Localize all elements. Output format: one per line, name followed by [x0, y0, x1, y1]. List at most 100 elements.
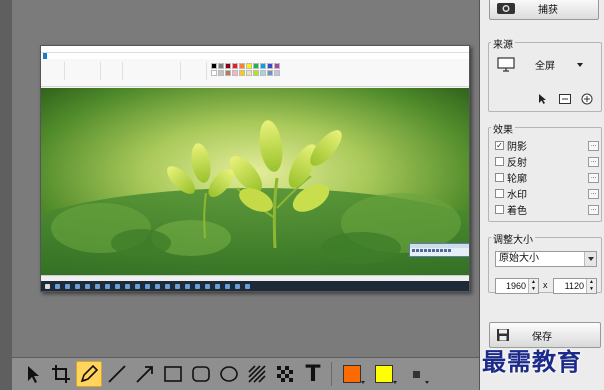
source-selector[interactable]: 全屏 — [497, 57, 597, 72]
ellipse-icon — [220, 366, 238, 382]
line-icon — [108, 365, 126, 383]
chevron-down-icon — [361, 381, 365, 384]
spin-arrows-icon[interactable]: ▲ ▼ — [528, 279, 538, 293]
times-symbol: x — [543, 280, 548, 290]
effect-label: 轮廓 — [507, 174, 527, 185]
toolbar-separator — [331, 362, 332, 386]
captured-ribbon-group — [103, 62, 123, 80]
captured-ribbon — [41, 59, 469, 87]
height-stepper[interactable]: 1120 ▲ ▼ — [553, 278, 597, 294]
resize-group-title: 调整大小 — [491, 231, 535, 246]
drawing-toolbar: T — [12, 357, 479, 390]
rectangle-tool[interactable] — [160, 361, 186, 387]
chevron-down-icon — [425, 381, 429, 384]
watermark-checkbox[interactable] — [495, 189, 504, 198]
primary-color-picker[interactable] — [337, 361, 367, 387]
delay-timer-button[interactable] — [559, 93, 571, 105]
source-group-title: 来源 — [491, 36, 515, 51]
source-more-button[interactable] — [581, 93, 593, 105]
rounded-rectangle-tool[interactable] — [188, 361, 214, 387]
tint-checkbox[interactable] — [495, 205, 504, 214]
pen-tool[interactable] — [76, 361, 102, 387]
ellipse-tool[interactable] — [216, 361, 242, 387]
effect-reflection[interactable]: 反射 ... — [495, 154, 599, 169]
source-value: 全屏 — [535, 61, 555, 72]
capture-button-label: 捕获 — [538, 4, 558, 16]
chevron-down-icon — [393, 381, 397, 384]
effect-outline[interactable]: 轮廓 ... — [495, 170, 599, 185]
reflection-checkbox[interactable] — [495, 157, 504, 166]
captured-taskbar — [41, 281, 469, 291]
select-tool[interactable] — [20, 361, 46, 387]
shadow-checkbox[interactable]: ✓ — [495, 141, 504, 150]
resize-preset-value: 原始大小 — [499, 253, 539, 264]
text-tool-label: T — [305, 361, 321, 387]
crop-tool[interactable] — [48, 361, 74, 387]
captured-ribbon-group — [183, 62, 207, 80]
save-disk-icon — [497, 329, 509, 341]
secondary-color-swatch — [375, 365, 393, 383]
crop-icon — [52, 365, 70, 383]
arrow-tool[interactable] — [132, 361, 158, 387]
tint-settings-button[interactable]: ... — [588, 204, 599, 215]
brand-watermark: 最需教育 — [482, 347, 582, 376]
cursor-arrow-icon — [28, 366, 39, 383]
source-group: 来源 全屏 — [488, 36, 602, 112]
captured-ribbon-group — [43, 62, 65, 80]
captured-floating-window — [409, 243, 469, 257]
camera-icon — [497, 3, 515, 14]
primary-color-swatch — [343, 365, 361, 383]
chevron-down-icon — [584, 252, 596, 266]
resize-preset-select[interactable]: 原始大小 — [495, 251, 597, 267]
reflection-settings-button[interactable]: ... — [588, 156, 599, 167]
effect-shadow[interactable]: ✓ 阴影 ... — [495, 138, 599, 153]
pixelate-tool[interactable] — [272, 361, 298, 387]
pen-icon — [80, 364, 99, 383]
monitor-icon — [497, 57, 515, 72]
line-width-picker[interactable] — [401, 361, 431, 387]
effect-label: 着色 — [507, 206, 527, 217]
resize-group: 调整大小 原始大小 1960 ▲ ▼ x 1120 ▲ ▼ — [488, 231, 602, 294]
effect-label: 阴影 — [507, 142, 527, 153]
save-button-label: 保存 — [532, 331, 552, 343]
watermark-settings-button[interactable]: ... — [588, 188, 599, 199]
effects-group-title: 效果 — [491, 121, 515, 136]
capture-button[interactable]: 捕获 — [489, 0, 599, 20]
captured-ribbon-group — [125, 62, 181, 80]
effect-label: 水印 — [507, 190, 527, 201]
captured-green-plant-photo — [41, 88, 469, 275]
right-panel: 捕获 来源 全屏 效果 ✓ 阴影 ... 反射 ... 轮廓 ... 水印 ..… — [479, 0, 604, 390]
height-value: 1120 — [564, 281, 584, 291]
outline-checkbox[interactable] — [495, 173, 504, 182]
hatch-icon — [248, 365, 266, 383]
line-tool[interactable] — [104, 361, 130, 387]
effect-watermark[interactable]: 水印 ... — [495, 186, 599, 201]
effects-group: 效果 ✓ 阴影 ... 反射 ... 轮廓 ... 水印 ... 着色 ... — [488, 121, 602, 222]
chevron-down-icon — [577, 62, 583, 67]
shadow-settings-button[interactable]: ... — [588, 140, 599, 151]
secondary-color-picker[interactable] — [369, 361, 399, 387]
arrow-icon — [136, 366, 153, 383]
cursor-arrow-icon — [539, 94, 546, 104]
rectangle-icon — [164, 366, 182, 382]
effect-tint[interactable]: 着色 ... — [495, 202, 599, 217]
hatch-tool[interactable] — [244, 361, 270, 387]
captured-screenshot — [40, 45, 470, 292]
width-stepper[interactable]: 1960 ▲ ▼ — [495, 278, 539, 294]
source-options — [537, 93, 593, 105]
editor-canvas[interactable] — [12, 0, 479, 357]
include-cursor-button[interactable] — [537, 93, 549, 105]
width-value: 1960 — [505, 281, 526, 291]
spin-arrows-icon[interactable]: ▲ ▼ — [586, 279, 596, 293]
timer-icon — [559, 94, 571, 104]
effect-label: 反射 — [507, 158, 527, 169]
text-tool[interactable]: T — [300, 361, 326, 387]
captured-color-palette — [211, 63, 280, 76]
checkerboard-icon — [277, 366, 293, 382]
captured-floating-window-icons — [410, 248, 469, 253]
left-edge-strip — [0, 0, 12, 390]
captured-window-titlebar — [41, 46, 469, 53]
add-circle-icon — [581, 93, 593, 105]
outline-settings-button[interactable]: ... — [588, 172, 599, 183]
captured-ribbon-group — [67, 62, 101, 80]
